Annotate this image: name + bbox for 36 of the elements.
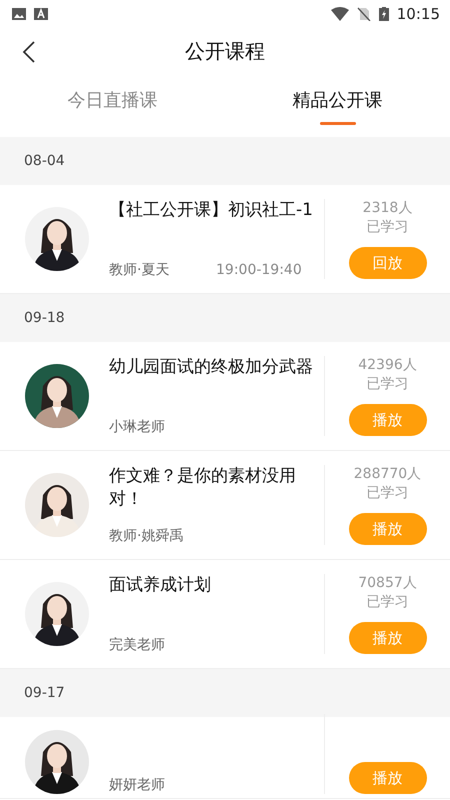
play-button[interactable]: 播放 (348, 762, 426, 794)
page-title: 公开课程 (185, 38, 265, 65)
teacher-name: 教师·姚舜禹 (109, 527, 184, 545)
learner-count: 42396人 (358, 356, 417, 375)
tab[interactable]: 精品公开课 (225, 75, 450, 137)
wifi-icon (330, 7, 349, 21)
battery-icon (378, 7, 389, 21)
learned-label: 已学习 (365, 593, 410, 612)
course-title[interactable]: 作文难？是你的素材没用对！ (109, 465, 320, 511)
teacher-name: 妍妍老师 (109, 776, 166, 794)
image-icon (12, 7, 26, 21)
play-button[interactable]: 播放 (348, 404, 426, 436)
teacher-name: 完美老师 (109, 636, 166, 654)
learner-count: 2318人 (362, 199, 412, 218)
learner-count: 70857人 (358, 574, 417, 593)
date-header: 09-17 (24, 685, 65, 701)
date-header: 08-04 (24, 153, 65, 169)
learned-label: 已学习 (365, 484, 410, 503)
learned-label: 已学习 (365, 218, 410, 237)
clock-text: 10:15 (396, 5, 440, 23)
course-time: 19:00-19:40 (216, 262, 302, 278)
play-button[interactable]: 回放 (348, 247, 426, 279)
teacher-name: 小琳老师 (109, 418, 166, 436)
teacher-name: 教师·夏天 (109, 261, 170, 279)
course-title[interactable]: 幼儿园面试的终极加分武器 (109, 356, 320, 379)
back-icon[interactable] (22, 41, 36, 63)
date-header: 09-18 (24, 310, 65, 326)
learner-count: 288770人 (354, 465, 422, 484)
course-title[interactable]: 【社工公开课】初识社工-1 (109, 199, 320, 222)
play-button[interactable]: 播放 (348, 513, 426, 545)
learned-label: 已学习 (365, 375, 410, 394)
course-title[interactable]: 面试养成计划 (109, 574, 320, 597)
font-icon (34, 7, 48, 21)
tab[interactable]: 今日直播课 (0, 75, 225, 137)
play-button[interactable]: 播放 (348, 622, 426, 654)
no-sim-icon (356, 7, 371, 21)
